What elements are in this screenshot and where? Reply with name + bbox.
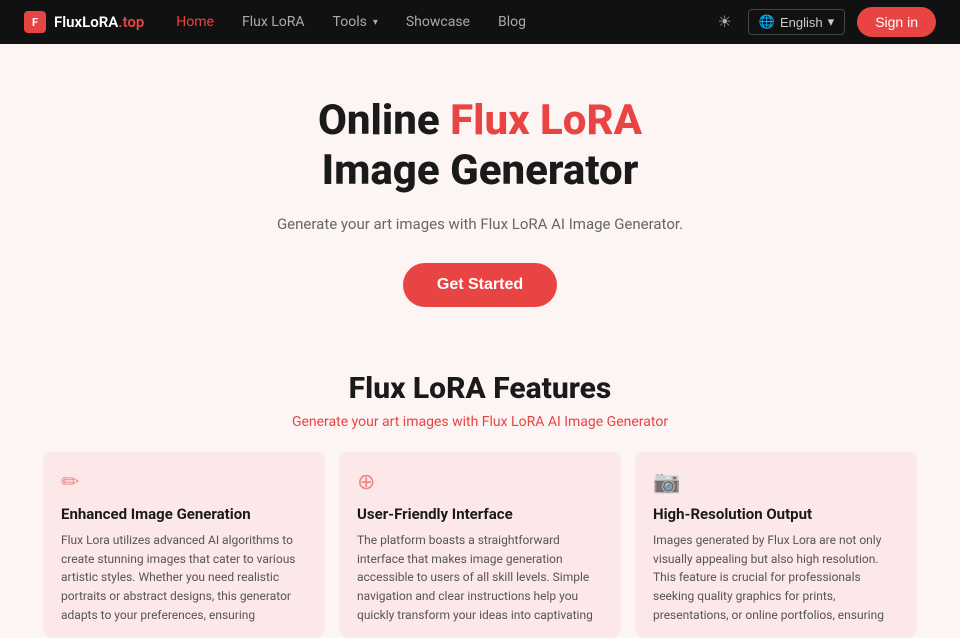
high-resolution-icon: 📷	[653, 470, 899, 495]
navbar: F FluxLoRA.top Home Flux LoRA Tools ▾ Sh…	[0, 0, 960, 44]
logo-icon: F	[24, 11, 46, 33]
hero-title-highlight: Flux LoRA	[450, 96, 642, 145]
nav-home[interactable]: Home	[176, 14, 214, 30]
feature-card-desc-0: Flux Lora utilizes advanced AI algorithm…	[61, 531, 307, 624]
features-subtitle: Generate your art images with Flux LoRA …	[20, 414, 940, 430]
nav-blog[interactable]: Blog	[498, 14, 526, 30]
get-started-button[interactable]: Get Started	[403, 263, 557, 307]
nav-flux-lora[interactable]: Flux LoRA	[242, 14, 305, 30]
hero-title-plain: Online	[318, 96, 450, 145]
feature-card-desc-1: The platform boasts a straightforward in…	[357, 531, 603, 624]
feature-card-desc-2: Images generated by Flux Lora are not on…	[653, 531, 899, 624]
nav-tools[interactable]: Tools ▾	[333, 14, 378, 30]
nav-right-controls: ☀ 🌐 English ▾ Sign in	[713, 7, 936, 37]
logo-text: FluxLoRA.top	[54, 13, 144, 31]
globe-icon: 🌐	[759, 14, 775, 30]
hero-title-end: Image Generator	[322, 146, 639, 195]
feature-card-title-0: Enhanced Image Generation	[61, 505, 307, 523]
nav-showcase[interactable]: Showcase	[406, 14, 470, 30]
feature-card-1: ⊕ User-Friendly Interface The platform b…	[339, 452, 621, 638]
feature-card-title-1: User-Friendly Interface	[357, 505, 603, 523]
feature-card-title-2: High-Resolution Output	[653, 505, 899, 523]
features-title: Flux LoRA Features	[20, 371, 940, 406]
signin-button[interactable]: Sign in	[857, 7, 936, 37]
feature-card-2: 📷 High-Resolution Output Images generate…	[635, 452, 917, 638]
chevron-down-icon: ▾	[373, 17, 378, 28]
theme-toggle-button[interactable]: ☀	[713, 8, 735, 36]
hero-subtitle: Generate your art images with Flux LoRA …	[20, 213, 940, 236]
user-friendly-icon: ⊕	[357, 470, 603, 495]
nav-logo[interactable]: F FluxLoRA.top	[24, 11, 144, 33]
lang-chevron-icon: ▾	[828, 14, 835, 30]
language-label: English	[780, 15, 823, 30]
enhanced-generation-icon: ✏	[61, 470, 307, 495]
hero-section: Online Flux LoRAImage Generator Generate…	[0, 44, 960, 343]
nav-links: Home Flux LoRA Tools ▾ Showcase Blog	[176, 14, 681, 30]
features-section: Flux LoRA Features Generate your art ima…	[0, 343, 960, 430]
feature-card-0: ✏ Enhanced Image Generation Flux Lora ut…	[43, 452, 325, 638]
language-selector[interactable]: 🌐 English ▾	[748, 9, 845, 35]
feature-cards-container: ✏ Enhanced Image Generation Flux Lora ut…	[0, 452, 960, 638]
hero-title: Online Flux LoRAImage Generator	[20, 96, 940, 197]
